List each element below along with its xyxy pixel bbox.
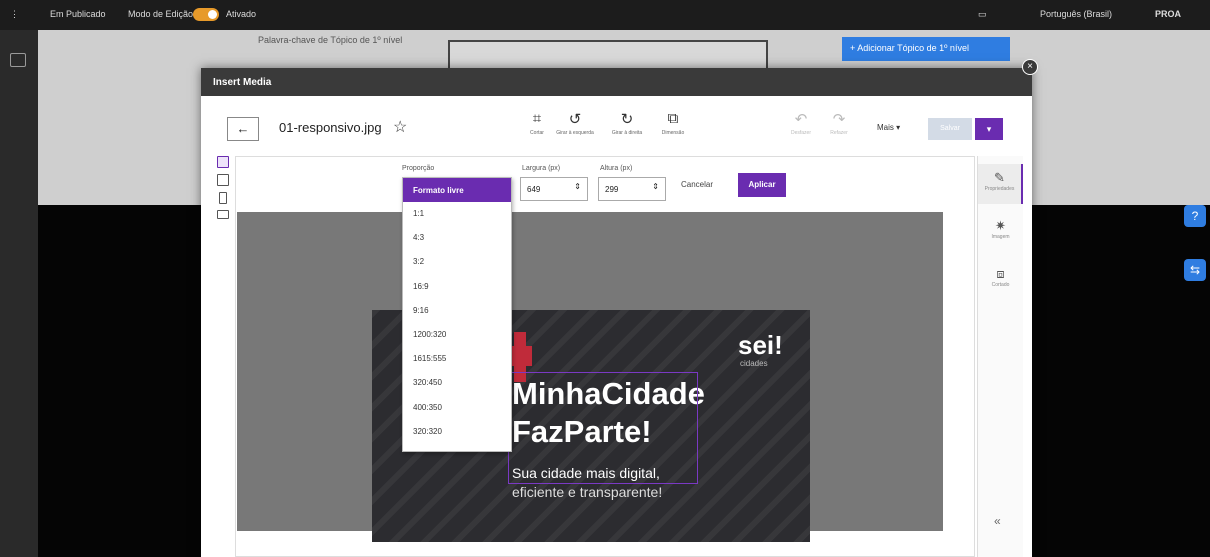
resize-icon: ⧉: [667, 110, 679, 127]
translate-icon[interactable]: ⇆: [1184, 259, 1206, 281]
ratio-dropdown[interactable]: Formato livre 1:1 4:3 3:2 16:9 9:16 1200…: [402, 177, 512, 452]
redo-icon: ↷: [832, 111, 846, 128]
rotate-left-button[interactable]: ↺ Girar à esquerda: [553, 110, 597, 136]
keyword-field[interactable]: [448, 40, 768, 70]
canvas-stage: Proporção Largura (px) 649 ⇕ Altura (px) …: [235, 156, 975, 557]
edit-mode-toggle[interactable]: [193, 8, 219, 21]
redo-button[interactable]: ↷ Refazer: [817, 110, 861, 136]
banner-logo-sub: cidades: [740, 359, 768, 368]
device-switcher: [213, 156, 237, 225]
rotate-right-button[interactable]: ↻ Girar à direita: [605, 110, 649, 136]
star-icon[interactable]: ☆: [393, 117, 407, 137]
close-icon[interactable]: ×: [1022, 59, 1038, 75]
ratio-option[interactable]: 1615:555: [403, 347, 511, 371]
menu-icon[interactable]: ⋮: [10, 9, 19, 20]
file-name: 01-responsivo.jpg: [279, 120, 382, 135]
add-topic-button[interactable]: + Adicionar Tópico de 1º nível: [842, 37, 1010, 61]
ratio-option[interactable]: 320:320: [403, 420, 511, 444]
image-tab[interactable]: ✷ Imagem: [978, 212, 1023, 252]
monitor-icon[interactable]: [217, 174, 229, 186]
resize-button[interactable]: ⧉ Dimensão: [651, 110, 695, 136]
edit-mode-label: Modo de Edição: [128, 9, 194, 19]
height-input[interactable]: 299 ⇕: [598, 177, 666, 201]
ratio-option[interactable]: 4:3: [403, 226, 511, 250]
field-label: Palavra-chave de Tópico de 1º nível: [258, 35, 403, 45]
top-bar: ⋮ Em Publicado Modo de Edição Ativado ▭ …: [0, 0, 1210, 30]
adjust-icon: ✎: [994, 170, 1005, 185]
rotate-left-icon: ↺: [568, 111, 582, 128]
language-dropdown[interactable]: Português (Brasil): [1040, 9, 1112, 19]
width-label: Largura (px): [522, 165, 561, 172]
ratio-option[interactable]: 400:350: [403, 396, 511, 420]
crop-selection-handle[interactable]: [508, 372, 698, 484]
ratio-option[interactable]: 320:450: [403, 371, 511, 395]
canvas-area: sei! cidades MinhaCidade FazParte! Sua c…: [237, 212, 943, 542]
image-editor: ← 01-responsivo.jpg ☆ ⌗ Cortar ↺ Girar à…: [201, 96, 1032, 557]
help-icon[interactable]: ?: [1184, 205, 1206, 227]
mobile-icon[interactable]: [219, 192, 227, 204]
banner-logo: sei!: [738, 330, 783, 360]
rotate-right-icon: ↻: [620, 111, 634, 128]
ratio-option[interactable]: 1:1: [403, 202, 511, 226]
crop-icon: ⧈: [996, 266, 1005, 281]
width-input[interactable]: 649 ⇕: [520, 177, 588, 201]
crop-tab[interactable]: ⧈ Cortado: [978, 260, 1023, 300]
save-options-button[interactable]: ▾: [975, 118, 1003, 140]
modal-title: Insert Media: [201, 68, 1032, 96]
banner-text-2: eficiente e transparente!: [512, 484, 663, 500]
collapse-panel-icon[interactable]: «: [994, 514, 1001, 528]
ratio-option[interactable]: 9:16: [403, 299, 511, 323]
height-label: Altura (px): [600, 165, 633, 172]
ratio-label: Proporção: [402, 165, 435, 172]
right-tools-panel: ✎ Propriedades ✷ Imagem ⧈ Cortado «: [977, 156, 1023, 557]
cancel-crop-button[interactable]: Cancelar: [681, 180, 713, 189]
apply-crop-button[interactable]: Aplicar: [738, 173, 786, 197]
left-rail: [0, 30, 38, 557]
tablet-icon[interactable]: [217, 210, 229, 219]
toggle-state-label: Ativado: [226, 9, 257, 19]
ratio-option[interactable]: 3:2: [403, 250, 511, 274]
ratio-option[interactable]: 1200:320: [403, 323, 511, 347]
save-button[interactable]: Salvar: [928, 118, 972, 140]
more-menu[interactable]: Mais ▾: [877, 123, 900, 132]
desktop-preset-icon[interactable]: [217, 156, 229, 168]
status-dropdown[interactable]: Em Publicado: [50, 9, 106, 19]
window-icon[interactable]: ▭: [978, 9, 987, 20]
properties-tab[interactable]: ✎ Propriedades: [978, 164, 1023, 204]
back-button[interactable]: ←: [227, 117, 259, 141]
brand-logo: PROA: [1155, 9, 1182, 19]
ratio-option[interactable]: 16:9: [403, 275, 511, 299]
ratio-option-selected[interactable]: Formato livre: [403, 178, 511, 202]
panel-icon[interactable]: [10, 53, 26, 67]
sun-icon: ✷: [995, 218, 1006, 233]
